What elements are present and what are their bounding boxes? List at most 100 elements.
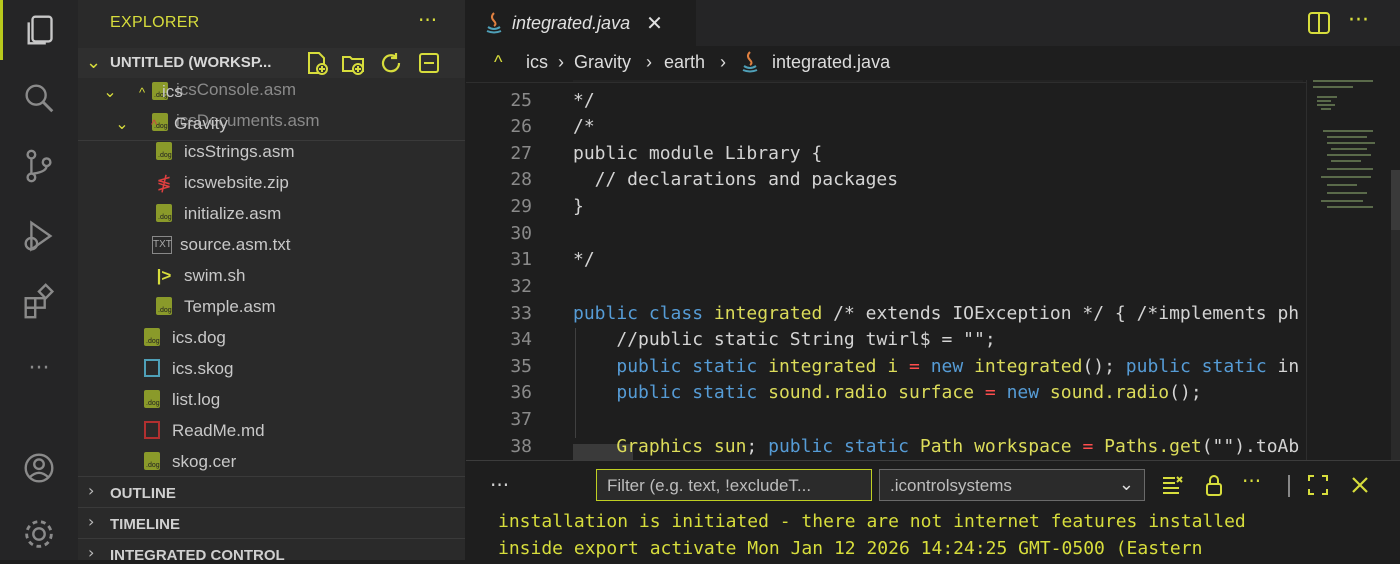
extensions-icon[interactable] — [0, 272, 78, 332]
dog-file-icon — [140, 389, 164, 411]
collapse-all-icon[interactable] — [416, 50, 442, 76]
code-line: */ — [573, 249, 595, 270]
tree-item[interactable]: TXT source.asm.txt — [152, 231, 291, 259]
chevron-down-icon: ⌄ — [1118, 474, 1134, 494]
split-editor-icon[interactable] — [1306, 10, 1332, 36]
panel-more-icon[interactable]: ··· — [490, 473, 509, 497]
channel-select[interactable]: .icontrolsystems ⌄ — [879, 469, 1145, 501]
java-icon — [742, 51, 758, 73]
sidebar-title: EXPLORER — [110, 14, 200, 31]
run-debug-icon[interactable] — [0, 206, 78, 266]
code-line: //public static String twirl$ = ""; — [616, 329, 996, 350]
folder-gravity[interactable]: ⌄ ^ Gravity — [110, 110, 228, 138]
dog-file-icon — [152, 203, 176, 225]
source-control-icon[interactable] — [0, 136, 78, 196]
workspace-label: UNTITLED (WORKSP... — [110, 54, 272, 71]
line-number: 35 — [510, 356, 532, 377]
close-panel-icon[interactable] — [1348, 473, 1372, 497]
editor-more-icon[interactable]: ··· — [1348, 8, 1369, 33]
folder-arrow-icon: ^ — [138, 84, 146, 100]
folder-ics[interactable]: ⌄ ^ ics — [98, 78, 182, 106]
breadcrumb: ^ ics › Gravity › earth › integrated.jav… — [466, 46, 1400, 80]
code-line: } — [573, 196, 584, 217]
more-views-icon[interactable]: ··· — [0, 338, 78, 398]
breadcrumb-item[interactable]: Gravity — [574, 52, 631, 73]
new-folder-icon[interactable] — [340, 50, 366, 76]
tree-item[interactable]: ics.dog — [140, 324, 226, 352]
tree-item[interactable]: |> swim.sh — [152, 262, 246, 290]
tab-integrated-java[interactable]: integrated.java ✕ — [466, 0, 696, 46]
new-file-icon[interactable] — [304, 50, 330, 76]
output-line: inside export activate Mon Jan 12 2026 1… — [498, 538, 1203, 559]
tree-item[interactable]: skog.cer — [140, 448, 236, 476]
chevron-down-icon: ⌄ — [86, 52, 102, 73]
minimap[interactable] — [1306, 80, 1400, 460]
code-line: public static sound.radio surface = new … — [616, 382, 1202, 403]
line-number: 29 — [510, 196, 532, 217]
java-icon — [486, 12, 502, 34]
activity-bar: ··· — [0, 0, 79, 560]
chevron-right-icon: › — [558, 52, 564, 72]
line-number: 28 — [510, 169, 532, 190]
settings-gear-icon[interactable] — [0, 504, 78, 564]
minimap-preview — [1313, 80, 1400, 460]
section-timeline[interactable]: › TIMELINE — [78, 507, 465, 538]
line-number: 32 — [510, 276, 532, 297]
section-outline[interactable]: › OUTLINE — [78, 476, 465, 507]
chevron-right-icon: › — [88, 481, 95, 500]
dog-file-icon — [140, 327, 164, 349]
lock-icon[interactable] — [1202, 473, 1226, 497]
line-number: 36 — [510, 382, 532, 403]
panel-options-icon[interactable]: ··· — [1242, 469, 1261, 493]
markdown-icon — [140, 420, 164, 442]
line-number: 33 — [510, 303, 532, 324]
workspace-header[interactable]: ⌄ UNTITLED (WORKSP... — [78, 48, 465, 78]
explorer-icon[interactable] — [0, 0, 81, 60]
code-line: public class integrated /* extends IOExc… — [573, 303, 1300, 324]
chevron-right-icon: › — [88, 543, 95, 560]
tree-item[interactable]: icsStrings.asm — [152, 138, 295, 166]
tree-item[interactable]: Temple.asm — [152, 293, 276, 321]
dog-file-icon — [152, 296, 176, 318]
section-integrated-control[interactable]: › INTEGRATED CONTROL — [78, 538, 465, 560]
line-number: 31 — [510, 249, 532, 270]
code-editor[interactable]: 25 */ 26 /* 27 public module Library { 2… — [466, 80, 1306, 460]
output-panel: ··· Filter (e.g. text, !excludeT... .ico… — [466, 460, 1400, 561]
indent-guide — [575, 328, 576, 438]
tree-item[interactable]: list.log — [140, 386, 220, 414]
breadcrumb-item[interactable]: integrated.java — [772, 52, 890, 73]
tab-bar: integrated.java ✕ ··· — [466, 0, 1400, 46]
code-line: */ — [573, 90, 595, 111]
skog-icon — [140, 358, 164, 380]
chevron-right-icon: › — [88, 512, 95, 531]
tree-item[interactable]: initialize.asm — [152, 200, 281, 228]
tree-item[interactable]: ReadMe.md — [140, 417, 265, 445]
refresh-icon[interactable] — [378, 50, 404, 76]
divider — [1288, 475, 1290, 497]
code-line: public module Library { — [573, 143, 823, 164]
sidebar-more-button[interactable]: ··· — [418, 8, 437, 32]
line-number: 26 — [510, 116, 532, 137]
dog-file-icon — [152, 141, 176, 163]
shell-icon: |> — [156, 266, 172, 285]
explorer-sidebar: EXPLORER ··· ⌄ UNTITLED (WORKSP... icsCo… — [78, 0, 465, 560]
maximize-panel-icon[interactable] — [1306, 473, 1330, 497]
clear-output-icon[interactable] — [1160, 473, 1184, 497]
chevron-down-icon: ⌄ — [115, 116, 129, 133]
tree-item[interactable]: ≸ icswebsite.zip — [152, 169, 288, 197]
chevron-right-icon: › — [646, 52, 652, 72]
filter-input[interactable]: Filter (e.g. text, !excludeT... — [596, 469, 872, 501]
folder-arrow-icon: ^ — [150, 116, 158, 132]
line-number: 38 — [510, 436, 532, 457]
line-number: 25 — [510, 90, 532, 111]
dog-file-icon — [140, 451, 164, 473]
breadcrumb-item[interactable]: ics — [526, 52, 548, 73]
tree-item[interactable]: ics.skog — [140, 355, 233, 383]
line-number: 34 — [510, 329, 532, 350]
breadcrumb-up-icon: ^ — [494, 52, 503, 72]
account-icon[interactable] — [0, 438, 78, 498]
line-number: 30 — [510, 223, 532, 244]
close-icon[interactable]: ✕ — [646, 11, 663, 35]
search-icon[interactable] — [0, 68, 78, 128]
breadcrumb-item[interactable]: earth — [664, 52, 705, 73]
